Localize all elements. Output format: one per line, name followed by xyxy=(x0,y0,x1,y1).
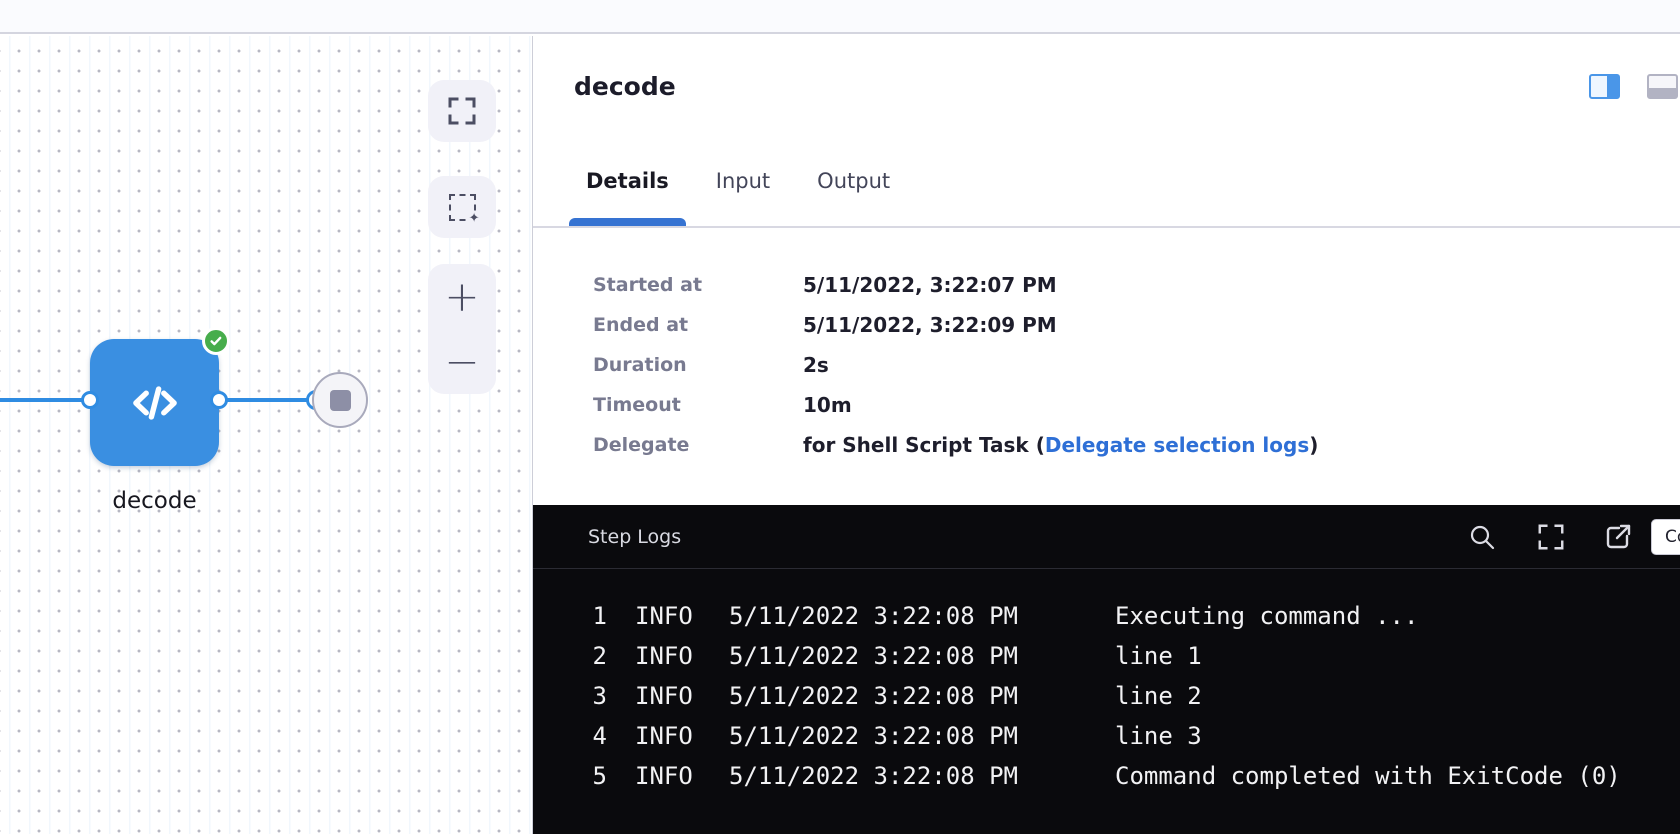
split-right-icon[interactable] xyxy=(1589,74,1620,99)
marquee-select-icon: ✦ xyxy=(449,194,476,221)
detail-value: 5/11/2022, 3:22:07 PM xyxy=(803,273,1057,297)
detail-value: 5/11/2022, 3:22:09 PM xyxy=(803,313,1057,337)
log-level: INFO xyxy=(635,762,693,790)
tab-label: Input xyxy=(716,169,770,193)
detail-label: Timeout xyxy=(593,394,803,416)
log-timestamp: 5/11/2022 3:22:08 PM xyxy=(729,762,1018,790)
stop-square-icon xyxy=(330,390,351,411)
log-level: INFO xyxy=(635,722,693,750)
log-row: 4 INFO 5/11/2022 3:22:08 PM line 3 xyxy=(533,722,1680,762)
detail-value: 2s xyxy=(803,353,829,377)
canvas-fullscreen-button[interactable] xyxy=(428,80,496,142)
tab-label: Output xyxy=(817,169,890,193)
log-row: 1 INFO 5/11/2022 3:22:08 PM Executing co… xyxy=(533,602,1680,642)
log-message: Executing command ... xyxy=(1115,602,1418,630)
log-timestamp: 5/11/2022 3:22:08 PM xyxy=(729,682,1018,710)
top-bar xyxy=(0,0,1680,34)
log-message: Command completed with ExitCode (0) xyxy=(1115,762,1621,790)
log-row: 3 INFO 5/11/2022 3:22:08 PM line 2 xyxy=(533,682,1680,722)
cursor-icon: ✦ xyxy=(469,212,480,225)
log-line-number: 3 xyxy=(561,682,607,710)
log-rows: 1 INFO 5/11/2022 3:22:08 PM Executing co… xyxy=(533,569,1680,802)
fullscreen-icon xyxy=(446,95,478,127)
edge-line-in xyxy=(0,398,84,402)
log-message: line 1 xyxy=(1115,642,1202,670)
log-row: 2 INFO 5/11/2022 3:22:08 PM line 1 xyxy=(533,642,1680,682)
connector-port-right[interactable] xyxy=(210,391,228,409)
tab-bar: Details Input Output xyxy=(569,169,920,226)
step-detail-panel: decode Details Input Output Started at 5… xyxy=(532,36,1680,834)
detail-label: Delegate xyxy=(593,434,803,456)
code-icon xyxy=(124,372,186,434)
zoom-out-button[interactable]: − xyxy=(428,329,496,394)
delegate-value-suffix: ) xyxy=(1309,433,1318,457)
search-icon[interactable] xyxy=(1467,522,1497,552)
node-label: decode xyxy=(70,488,239,514)
detail-label: Ended at xyxy=(593,314,803,336)
log-line-number: 1 xyxy=(561,602,607,630)
connector-port-left[interactable] xyxy=(81,391,99,409)
delegate-value-prefix: for Shell Script Task ( xyxy=(803,433,1045,457)
detail-label: Duration xyxy=(593,354,803,376)
log-row: 5 INFO 5/11/2022 3:22:08 PM Command comp… xyxy=(533,762,1680,802)
detail-row-duration: Duration 2s xyxy=(533,345,1680,385)
zoom-in-button[interactable]: + xyxy=(428,264,496,329)
external-link-icon[interactable] xyxy=(1603,522,1633,552)
pipeline-node-decode[interactable] xyxy=(90,339,219,466)
detail-row-ended-at: Ended at 5/11/2022, 3:22:09 PM xyxy=(533,305,1680,345)
details-section: Started at 5/11/2022, 3:22:07 PM Ended a… xyxy=(533,228,1680,465)
pipeline-end-node[interactable] xyxy=(312,372,368,428)
delegate-selection-logs-link[interactable]: Delegate selection logs xyxy=(1045,433,1309,457)
log-timestamp: 5/11/2022 3:22:08 PM xyxy=(729,722,1018,750)
pipeline-canvas[interactable]: decode ✦ + − xyxy=(0,36,532,834)
panel-title: decode xyxy=(574,72,676,101)
detail-row-delegate: Delegate for Shell Script Task (Delegate… xyxy=(533,425,1680,465)
log-message: line 2 xyxy=(1115,682,1202,710)
console-view-button[interactable]: Co xyxy=(1651,519,1680,555)
step-logs-panel: Step Logs xyxy=(533,505,1680,834)
detail-value: for Shell Script Task (Delegate selectio… xyxy=(803,433,1318,457)
canvas-zoom-controls: + − xyxy=(428,264,496,394)
success-check-icon xyxy=(202,327,230,355)
log-timestamp: 5/11/2022 3:22:08 PM xyxy=(729,642,1018,670)
detail-row-started-at: Started at 5/11/2022, 3:22:07 PM xyxy=(533,265,1680,305)
detail-value: 10m xyxy=(803,393,852,417)
detail-row-timeout: Timeout 10m xyxy=(533,385,1680,425)
detail-label: Started at xyxy=(593,274,803,296)
active-tab-underline xyxy=(569,218,686,226)
log-timestamp: 5/11/2022 3:22:08 PM xyxy=(729,602,1018,630)
log-line-number: 4 xyxy=(561,722,607,750)
edge-line-out xyxy=(219,398,316,402)
expand-icon[interactable] xyxy=(1536,522,1566,552)
step-logs-title: Step Logs xyxy=(588,505,681,569)
step-logs-header: Step Logs xyxy=(533,505,1680,569)
log-level: INFO xyxy=(635,642,693,670)
tab-label: Details xyxy=(586,169,669,193)
tab-output[interactable]: Output xyxy=(800,169,907,226)
app-root: decode ✦ + − decode xyxy=(0,0,1680,834)
canvas-marquee-select-button[interactable]: ✦ xyxy=(428,176,496,238)
log-line-number: 2 xyxy=(561,642,607,670)
log-message: line 3 xyxy=(1115,722,1202,750)
tab-input[interactable]: Input xyxy=(699,169,787,226)
log-level: INFO xyxy=(635,682,693,710)
log-level: INFO xyxy=(635,602,693,630)
split-bottom-icon[interactable] xyxy=(1647,74,1678,99)
log-line-number: 5 xyxy=(561,762,607,790)
tab-details[interactable]: Details xyxy=(569,169,686,226)
